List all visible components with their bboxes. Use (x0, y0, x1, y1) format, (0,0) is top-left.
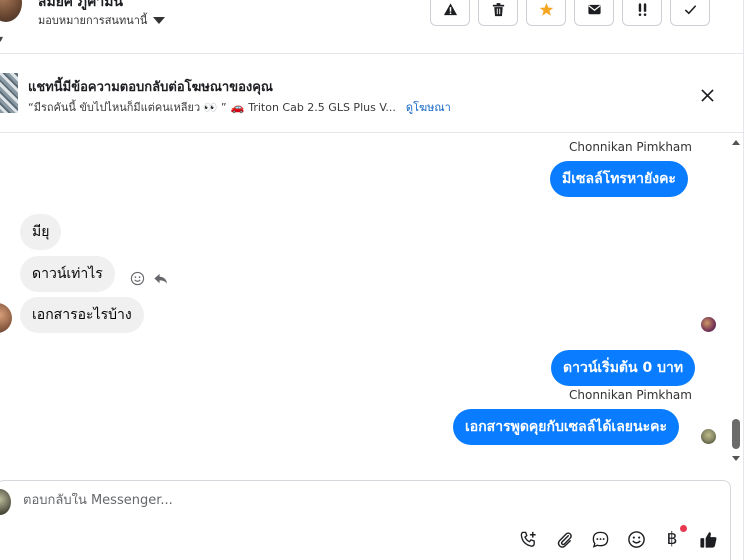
priority-button[interactable] (622, 0, 662, 26)
outgoing-message[interactable]: ดาวน์เริ่มต้น 0 บาท (551, 350, 696, 386)
car-icon: 🚗 (230, 100, 245, 114)
warning-icon (443, 2, 457, 15)
composer-toolbar: ฿ (517, 525, 719, 550)
read-receipt-avatar (701, 317, 716, 332)
header-actions (430, 0, 710, 26)
scroll-thumb[interactable] (732, 419, 740, 449)
page-avatar (0, 489, 11, 515)
ad-banner-title: แชทนี้มีข้อความตอบกลับต่อโฆษณาของคุณ (28, 80, 273, 95)
envelope-icon (587, 4, 601, 14)
close-banner-button[interactable] (697, 85, 717, 105)
payment-icon: ฿ (666, 529, 678, 549)
message-composer: ฿ (0, 480, 731, 560)
double-exclamation-icon (638, 2, 646, 16)
reply-input[interactable] (23, 493, 623, 508)
thumbs-up-icon (699, 531, 716, 548)
paperclip-icon (557, 531, 572, 548)
trash-icon (492, 2, 504, 16)
call-add-icon (520, 531, 536, 547)
saved-reply-icon (592, 531, 608, 548)
mark-done-button[interactable] (670, 0, 710, 26)
message-thread[interactable]: Chonnikan Pimkham มีเซลล์โทรหายังคะ มียุ… (0, 134, 743, 479)
follow-up-button[interactable] (526, 0, 566, 26)
check-icon (684, 4, 696, 14)
ad-thumbnail[interactable] (0, 73, 18, 113)
like-button[interactable] (697, 528, 719, 550)
ad-quote: “มีรถคันนี้ ขับไปไหนก็มีแต่คนเหลียว 👀 ” (28, 101, 227, 114)
star-icon (539, 2, 553, 16)
sender-label: Chonnikan Pimkham (569, 140, 692, 154)
delete-button[interactable] (478, 0, 518, 26)
attach-button[interactable] (553, 528, 575, 550)
view-ad-link[interactable]: ดูโฆษณา (406, 98, 451, 116)
panel-divider (743, 0, 751, 560)
assign-conversation-dropdown[interactable]: มอบหมายการสนทนานี้ (38, 11, 166, 29)
assign-label: มอบหมายการสนทนานี้ (38, 14, 148, 27)
report-spam-button[interactable] (430, 0, 470, 26)
thread-scrollbar[interactable] (730, 134, 743, 469)
payment-button[interactable]: ฿ (661, 525, 687, 550)
read-receipt-avatar (701, 429, 716, 444)
outgoing-message[interactable]: มีเซลล์โทรหายังคะ (550, 161, 688, 197)
mark-unread-button[interactable] (574, 0, 614, 26)
incoming-message[interactable]: ดาวน์เท่าไร (20, 256, 115, 292)
ad-reply-banner: แชทนี้มีข้อความตอบกลับต่อโฆษณาของคุณ “มี… (0, 55, 743, 133)
scroll-down-arrow-icon[interactable] (732, 456, 740, 461)
call-add-button[interactable] (517, 528, 539, 550)
reply-icon[interactable] (153, 271, 168, 286)
customer-avatar[interactable] (0, 303, 12, 333)
scroll-up-arrow-icon[interactable] (732, 140, 740, 145)
emoji-icon (627, 530, 645, 548)
contact-avatar[interactable] (0, 0, 22, 22)
incoming-message[interactable]: มียุ (20, 214, 62, 250)
caret-down-icon (153, 16, 166, 24)
ad-banner-details: “มีรถคันนี้ ขับไปไหนก็มีแต่คนเหลียว 👀 ” … (28, 98, 451, 116)
saved-replies-button[interactable] (589, 528, 611, 550)
conversation-header: ▾ สมยศ ภูคำมั่น มอบหมายการสนทนานี้ (0, 0, 743, 54)
message-hover-actions (130, 271, 168, 286)
close-icon (700, 88, 714, 102)
emoji-button[interactable] (625, 528, 647, 550)
outgoing-message[interactable]: เอกสารพูดคุยกับเซลล์ได้เลยนะคะ (453, 409, 679, 445)
notification-dot (680, 525, 687, 532)
incoming-message[interactable]: เอกสารอะไรบ้าง (20, 297, 144, 333)
emoji-react-icon[interactable] (130, 271, 145, 286)
chevron-down-icon[interactable]: ▾ (0, 34, 3, 45)
ad-name: Triton Cab 2.5 GLS Plus V... (248, 100, 396, 114)
sender-label: Chonnikan Pimkham (569, 388, 692, 402)
